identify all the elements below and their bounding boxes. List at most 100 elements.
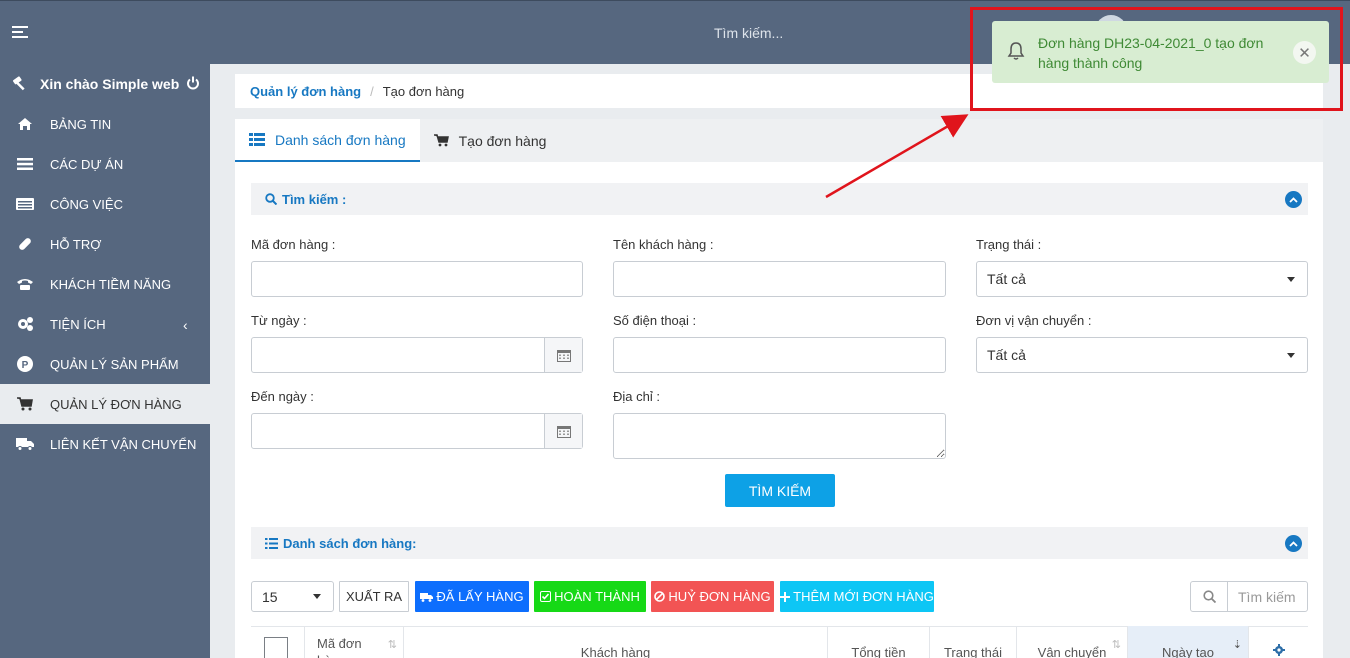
column-customer[interactable]: Khách hàng: [404, 626, 828, 658]
sidebar-item-quan-ly-san-pham[interactable]: P QUẢN LÝ SẢN PHẨM: [0, 344, 210, 384]
sidebar-item-tien-ich[interactable]: TIỆN ÍCH ‹: [0, 304, 210, 344]
ban-icon: [654, 591, 666, 602]
tab-label: Tạo đơn hàng: [458, 132, 547, 149]
sidebar-greeting: Xin chào Simple web: [0, 64, 210, 104]
gear-icon: [1272, 644, 1285, 658]
address-textarea[interactable]: [613, 413, 946, 459]
page-size-select[interactable]: 15: [251, 581, 334, 612]
sidebar-item-label: BẢNG TIN: [50, 116, 112, 132]
phone-label: Số điện thoại :: [613, 313, 697, 328]
breadcrumb-current: Tạo đơn hàng: [382, 83, 465, 99]
export-button-label: XUẤT RA: [345, 589, 403, 604]
chevron-left-icon: ‹: [183, 317, 188, 333]
table-search-input[interactable]: Tìm kiếm: [1228, 589, 1296, 605]
address-label: Địa chỉ :: [613, 389, 660, 404]
shipper-label: Đơn vị vận chuyển :: [976, 313, 1092, 328]
column-status[interactable]: Trạng thái: [930, 626, 1017, 658]
column-header-label: Tổng tiền: [851, 645, 906, 658]
sidebar-item-cong-viec[interactable]: CÔNG VIỆC: [0, 184, 210, 224]
export-button[interactable]: XUẤT RA: [339, 581, 409, 612]
top-search-input[interactable]: Tìm kiếm...: [714, 25, 783, 41]
from-date-input[interactable]: [251, 337, 583, 373]
column-shipping[interactable]: Vận chuyển ⇅: [1017, 626, 1128, 658]
calendar-icon[interactable]: [544, 338, 582, 372]
tab-order-list[interactable]: Danh sách đơn hàng: [235, 119, 420, 162]
sidebar-item-label: TIỆN ÍCH: [50, 316, 106, 332]
chevron-up-icon[interactable]: [1285, 191, 1302, 208]
list-section-title: Danh sách đơn hàng:: [283, 535, 417, 551]
bandage-icon: [16, 235, 34, 253]
bell-icon: [1006, 41, 1026, 64]
page-size-value: 15: [262, 588, 278, 605]
customer-name-input[interactable]: [613, 261, 946, 297]
tab-bar: Danh sách đơn hàng Tạo đơn hàng: [235, 119, 1323, 162]
done-button-label: HOÀN THÀNH: [554, 589, 640, 604]
sidebar-item-lien-ket-van-chuyen[interactable]: LIÊN KẾT VẬN CHUYỂN: [0, 424, 210, 464]
search-button[interactable]: TÌM KIẾM: [725, 474, 835, 507]
tab-create-order[interactable]: Tạo đơn hàng: [420, 119, 561, 162]
gears-icon: [16, 315, 34, 333]
search-section-title: Tìm kiếm :: [282, 191, 347, 207]
sidebar-item-quan-ly-don-hang[interactable]: QUẢN LÝ ĐƠN HÀNG: [0, 384, 210, 424]
sidebar-item-label: QUẢN LÝ SẢN PHẨM: [50, 356, 179, 372]
th-list-icon: [249, 133, 265, 146]
customer-name-label: Tên khách hàng :: [613, 237, 714, 252]
search-icon: [265, 193, 277, 205]
list-icon: [16, 195, 34, 213]
cancel-order-button[interactable]: HUỶ ĐƠN HÀNG: [651, 581, 774, 612]
picked-button[interactable]: ĐÃ LẤY HÀNG: [415, 581, 529, 612]
column-total[interactable]: Tổng tiền: [828, 626, 930, 658]
order-panel: Danh sách đơn hàng Tạo đơn hàng Tìm kiếm…: [235, 119, 1323, 658]
list-section-header[interactable]: Danh sách đơn hàng:: [251, 527, 1308, 559]
toast-message: Đơn hàng DH23-04-2021_0 tạo đơn hàng thà…: [1038, 35, 1264, 71]
sort-icon: ⇅: [1111, 639, 1121, 651]
chevron-up-icon[interactable]: [1285, 535, 1302, 552]
sidebar-item-label: CÔNG VIỆC: [50, 196, 123, 212]
to-date-input[interactable]: [251, 413, 583, 449]
sidebar-item-khach-tiem-nang[interactable]: KHÁCH TIỀM NĂNG: [0, 264, 210, 304]
phone-input[interactable]: [613, 337, 946, 373]
power-icon[interactable]: [186, 76, 202, 92]
caret-down-icon: [1287, 353, 1295, 358]
sidebar-item-label: QUẢN LÝ ĐƠN HÀNG: [50, 396, 182, 412]
home-icon: [16, 115, 34, 133]
caret-down-icon: [1287, 277, 1295, 282]
sidebar-item-label: HỖ TRỢ: [50, 236, 102, 252]
column-header-label: Vận chuyển: [1037, 645, 1107, 658]
sidebar-item-bang-tin[interactable]: BẢNG TIN: [0, 104, 210, 144]
gavel-icon: [12, 75, 30, 94]
shipper-select[interactable]: Tất cả: [976, 337, 1308, 373]
sort-desc-icon: ⇣: [1232, 639, 1242, 651]
done-button[interactable]: HOÀN THÀNH: [534, 581, 646, 612]
greeting-text: Xin chào Simple web: [40, 76, 180, 92]
column-settings[interactable]: [1249, 626, 1308, 658]
search-icon[interactable]: [1191, 582, 1228, 611]
order-code-input[interactable]: [251, 261, 583, 297]
status-label: Trạng thái :: [976, 237, 1042, 252]
breadcrumb-parent-link[interactable]: Quản lý đơn hàng: [250, 84, 361, 99]
search-section-header[interactable]: Tìm kiếm :: [251, 183, 1308, 215]
column-header-label: Ngày tạo: [1161, 645, 1215, 658]
menu-toggle-icon[interactable]: [12, 26, 28, 40]
table-search[interactable]: Tìm kiếm: [1190, 581, 1308, 612]
close-icon[interactable]: ✕: [1293, 41, 1316, 64]
column-order-code[interactable]: Mã đơn hàng ⇅: [305, 626, 404, 658]
calendar-icon[interactable]: [544, 414, 582, 448]
product-icon: P: [16, 355, 34, 373]
add-order-button[interactable]: THÊM MỚI ĐƠN HÀNG: [780, 581, 934, 612]
sidebar-item-cac-du-an[interactable]: CÁC DỰ ÁN: [0, 144, 210, 184]
status-select[interactable]: Tất cả: [976, 261, 1308, 297]
from-date-label: Từ ngày :: [251, 313, 307, 328]
cart-plus-icon: [433, 134, 449, 147]
select-all-checkbox[interactable]: [264, 637, 288, 658]
status-select-value: Tất cả: [987, 271, 1026, 287]
sidebar-item-ho-tro[interactable]: HỖ TRỢ: [0, 224, 210, 264]
svg-text:P: P: [22, 360, 29, 371]
sort-icon: ⇅: [387, 639, 397, 651]
breadcrumb-separator: /: [370, 83, 374, 99]
cancel-order-button-label: HUỶ ĐƠN HÀNG: [668, 589, 771, 604]
column-created-date[interactable]: Ngày tạo ⇣: [1128, 626, 1249, 658]
bars-icon: [16, 155, 34, 173]
order-code-label: Mã đơn hàng :: [251, 237, 336, 252]
plus-icon: [780, 591, 791, 602]
